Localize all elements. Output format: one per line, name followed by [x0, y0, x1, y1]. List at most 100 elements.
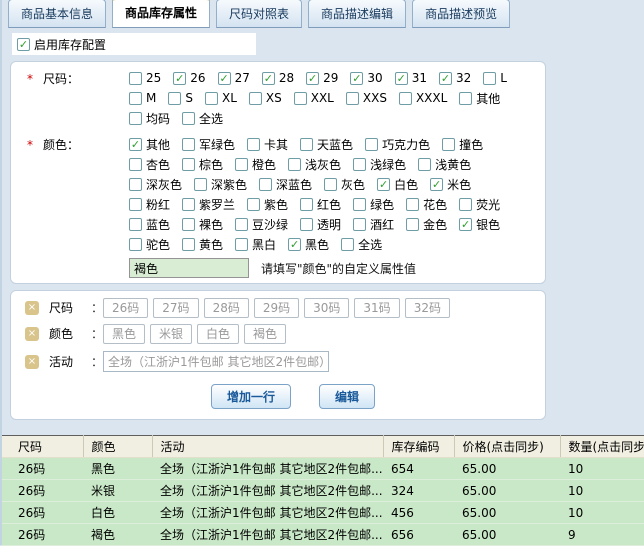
- color-option[interactable]: 红色: [300, 196, 341, 213]
- unchecked-checkbox[interactable]: [182, 218, 195, 231]
- unchecked-checkbox[interactable]: [182, 198, 195, 211]
- unchecked-checkbox[interactable]: [399, 92, 412, 105]
- color-option[interactable]: 深紫色: [194, 176, 247, 193]
- unchecked-checkbox[interactable]: [129, 178, 142, 191]
- color-option[interactable]: 军绿色: [182, 136, 235, 153]
- color-option[interactable]: 紫罗兰: [182, 196, 235, 213]
- color-option[interactable]: 金色: [406, 216, 447, 233]
- size-option[interactable]: XXXL: [399, 91, 447, 105]
- unchecked-checkbox[interactable]: [300, 218, 313, 231]
- unchecked-checkbox[interactable]: [247, 198, 260, 211]
- color-option[interactable]: ✓银色: [459, 216, 500, 233]
- color-option[interactable]: 浅黄色: [418, 156, 471, 173]
- color-option[interactable]: 杏色: [129, 156, 170, 173]
- unchecked-checkbox[interactable]: [129, 238, 142, 251]
- color-option[interactable]: 巧克力色: [365, 136, 430, 153]
- column-header[interactable]: 数量(点击同步): [560, 436, 644, 458]
- delete-size-row-icon[interactable]: ×: [25, 301, 39, 315]
- sku-table-row[interactable]: 26码米银全场（江浙沪1件包邮 其它地区2件包邮...32465.0010: [2, 480, 644, 502]
- add-row-button[interactable]: 增加一行: [211, 384, 291, 409]
- unchecked-checkbox[interactable]: [205, 92, 218, 105]
- unchecked-checkbox[interactable]: [300, 138, 313, 151]
- unchecked-checkbox[interactable]: [129, 218, 142, 231]
- checked-checkbox[interactable]: ✓: [395, 72, 408, 85]
- size-option[interactable]: 全选: [182, 110, 223, 127]
- size-option[interactable]: ✓27: [218, 71, 250, 85]
- checked-checkbox[interactable]: ✓: [288, 238, 301, 251]
- color-tag[interactable]: 褐色: [244, 324, 286, 344]
- color-option[interactable]: 撞色: [442, 136, 483, 153]
- checked-checkbox[interactable]: ✓: [459, 218, 472, 231]
- unchecked-checkbox[interactable]: [365, 138, 378, 151]
- checked-checkbox[interactable]: ✓: [439, 72, 452, 85]
- unchecked-checkbox[interactable]: [353, 198, 366, 211]
- color-option[interactable]: 荧光: [459, 196, 500, 213]
- color-option[interactable]: 深灰色: [129, 176, 182, 193]
- size-option[interactable]: ✓30: [350, 71, 382, 85]
- size-option[interactable]: ✓32: [439, 71, 471, 85]
- unchecked-checkbox[interactable]: [300, 198, 313, 211]
- unchecked-checkbox[interactable]: [182, 112, 195, 125]
- color-option[interactable]: 全选: [341, 236, 382, 253]
- color-tag[interactable]: 米银: [150, 324, 192, 344]
- size-option[interactable]: XXS: [346, 91, 387, 105]
- tab-3[interactable]: 尺码对照表: [216, 0, 302, 28]
- color-option[interactable]: 豆沙绿: [235, 216, 288, 233]
- unchecked-checkbox[interactable]: [459, 92, 472, 105]
- color-tag[interactable]: 黑色: [103, 324, 145, 344]
- size-option[interactable]: XL: [205, 91, 237, 105]
- enable-stock-checkbox[interactable]: ✓: [17, 38, 30, 51]
- size-option[interactable]: M: [129, 91, 156, 105]
- color-option[interactable]: 卡其: [247, 136, 288, 153]
- color-option[interactable]: 黑白: [235, 236, 276, 253]
- delete-color-row-icon[interactable]: ×: [25, 327, 39, 341]
- size-option[interactable]: XS: [249, 91, 282, 105]
- color-option[interactable]: 浅绿色: [353, 156, 406, 173]
- unchecked-checkbox[interactable]: [341, 238, 354, 251]
- size-option[interactable]: L: [483, 71, 507, 85]
- checked-checkbox[interactable]: ✓: [218, 72, 231, 85]
- sku-cell[interactable]: 10: [560, 458, 644, 480]
- tab-1[interactable]: 商品基本信息: [8, 0, 106, 28]
- size-option[interactable]: ✓28: [262, 71, 294, 85]
- checked-checkbox[interactable]: ✓: [350, 72, 363, 85]
- unchecked-checkbox[interactable]: [129, 198, 142, 211]
- unchecked-checkbox[interactable]: [235, 158, 248, 171]
- color-option[interactable]: 透明: [300, 216, 341, 233]
- unchecked-checkbox[interactable]: [235, 218, 248, 231]
- sku-table-row[interactable]: 26码褐色全场（江浙沪1件包邮 其它地区2件包邮...65665.009: [2, 524, 644, 546]
- checked-checkbox[interactable]: ✓: [430, 178, 443, 191]
- color-option[interactable]: 粉红: [129, 196, 170, 213]
- size-option[interactable]: ✓31: [395, 71, 427, 85]
- size-tag[interactable]: 26码: [103, 298, 148, 318]
- color-option[interactable]: 紫色: [247, 196, 288, 213]
- checked-checkbox[interactable]: ✓: [262, 72, 275, 85]
- color-option[interactable]: ✓米色: [430, 176, 471, 193]
- tab-4[interactable]: 商品描述编辑: [308, 0, 406, 28]
- unchecked-checkbox[interactable]: [483, 72, 496, 85]
- unchecked-checkbox[interactable]: [259, 178, 272, 191]
- size-option[interactable]: ✓26: [173, 71, 205, 85]
- unchecked-checkbox[interactable]: [353, 218, 366, 231]
- unchecked-checkbox[interactable]: [288, 158, 301, 171]
- unchecked-checkbox[interactable]: [406, 198, 419, 211]
- sku-cell[interactable]: 65.00: [454, 458, 560, 480]
- size-option[interactable]: 均码: [129, 110, 170, 127]
- color-option[interactable]: 橙色: [235, 156, 276, 173]
- unchecked-checkbox[interactable]: [418, 158, 431, 171]
- color-option[interactable]: 黄色: [182, 236, 223, 253]
- size-option[interactable]: S: [168, 91, 193, 105]
- unchecked-checkbox[interactable]: [194, 178, 207, 191]
- sku-cell[interactable]: 10: [560, 480, 644, 502]
- color-option[interactable]: 深蓝色: [259, 176, 312, 193]
- unchecked-checkbox[interactable]: [406, 218, 419, 231]
- custom-color-input[interactable]: [129, 258, 249, 278]
- color-option[interactable]: 驼色: [129, 236, 170, 253]
- color-option[interactable]: 花色: [406, 196, 447, 213]
- color-option[interactable]: ✓黑色: [288, 236, 329, 253]
- unchecked-checkbox[interactable]: [442, 138, 455, 151]
- edit-button[interactable]: 编辑: [319, 384, 375, 409]
- color-tag[interactable]: 白色: [197, 324, 239, 344]
- size-tag[interactable]: 28码: [204, 298, 249, 318]
- color-option[interactable]: 灰色: [324, 176, 365, 193]
